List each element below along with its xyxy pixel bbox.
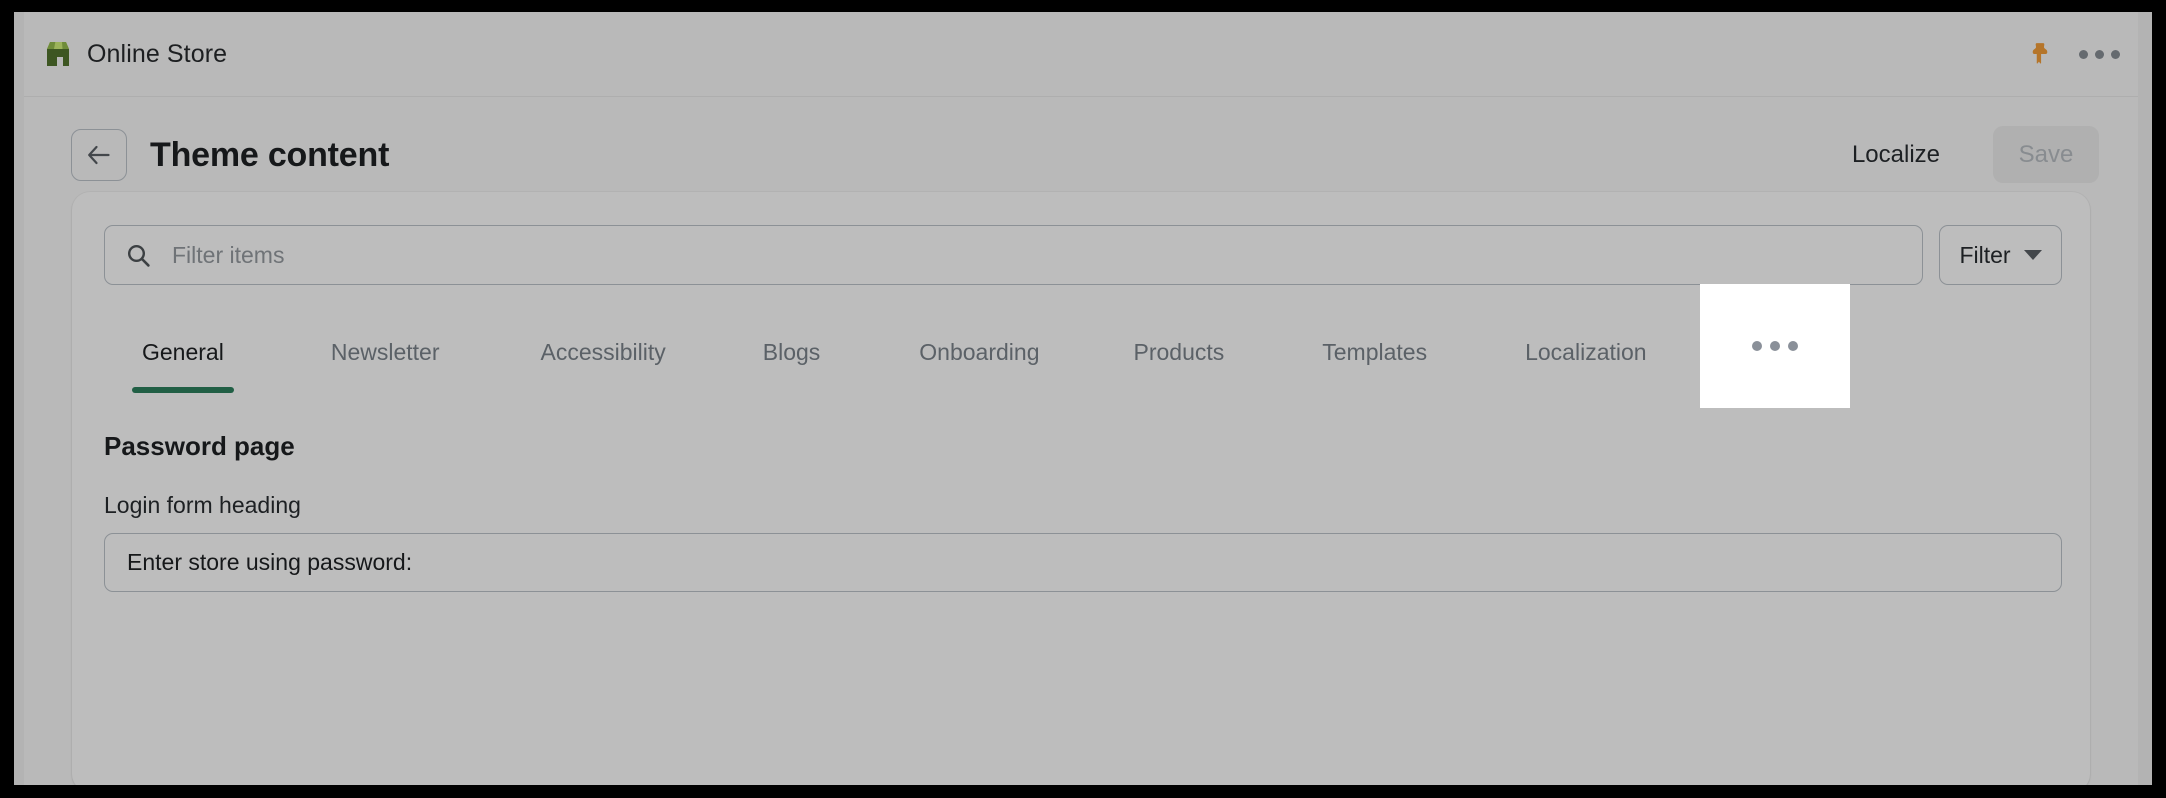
tab-label: Templates xyxy=(1322,339,1427,366)
tab-newsletter[interactable]: Newsletter xyxy=(309,317,462,387)
filter-button[interactable]: Filter xyxy=(1939,225,2062,285)
save-button[interactable]: Save xyxy=(1993,126,2099,183)
tab-general[interactable]: General xyxy=(120,317,246,387)
app-window: Online Store xyxy=(14,12,2152,785)
tab-label: Accessibility xyxy=(540,339,665,366)
tab-label: General xyxy=(142,339,224,366)
back-button[interactable] xyxy=(71,129,127,181)
top-bar-actions xyxy=(2027,12,2124,96)
tab-onboarding[interactable]: Onboarding xyxy=(897,317,1061,387)
field-label-login-form-heading: Login form heading xyxy=(104,492,301,519)
screen-frame: Online Store xyxy=(0,0,2166,798)
tab-overflow-button[interactable] xyxy=(1700,284,1850,408)
tab-accessibility[interactable]: Accessibility xyxy=(518,317,687,387)
page-body: Theme content Localize Save xyxy=(24,97,2138,785)
tab-templates[interactable]: Templates xyxy=(1300,317,1449,387)
localize-button[interactable]: Localize xyxy=(1838,129,1954,181)
theme-content-card: Filter General Newsletter Accessibility xyxy=(72,192,2090,785)
dot xyxy=(2079,50,2088,59)
storefront-icon xyxy=(43,39,73,69)
tab-label: Onboarding xyxy=(919,339,1039,366)
right-rail xyxy=(2138,12,2152,785)
store-name: Online Store xyxy=(87,40,227,69)
tab-label: Products xyxy=(1134,339,1225,366)
section-title: Password page xyxy=(104,431,295,462)
top-bar: Online Store xyxy=(24,12,2138,97)
page-title: Theme content xyxy=(150,127,389,183)
more-horizontal-icon[interactable] xyxy=(2075,44,2124,65)
filter-row: Filter xyxy=(104,225,2062,285)
tab-label: Localization xyxy=(1525,339,1646,366)
dot xyxy=(2111,50,2120,59)
chevron-down-icon xyxy=(2024,250,2042,260)
filter-button-label: Filter xyxy=(1959,242,2010,269)
tab-products[interactable]: Products xyxy=(1112,317,1247,387)
tab-localization[interactable]: Localization xyxy=(1503,317,1668,387)
more-horizontal-icon xyxy=(1748,335,1802,357)
login-form-heading-input[interactable] xyxy=(104,533,2062,592)
dot xyxy=(1770,341,1780,351)
search-input[interactable] xyxy=(172,227,1922,283)
app-identity: Online Store xyxy=(43,12,227,96)
dot xyxy=(1752,341,1762,351)
search-field[interactable] xyxy=(104,225,1923,285)
tab-blogs[interactable]: Blogs xyxy=(741,317,843,387)
tab-label: Newsletter xyxy=(331,339,440,366)
tab-bar: General Newsletter Accessibility Blogs O… xyxy=(100,317,2062,413)
arrow-left-icon xyxy=(86,144,112,166)
dot xyxy=(1788,341,1798,351)
dot xyxy=(2095,50,2104,59)
left-rail xyxy=(14,12,24,785)
search-icon xyxy=(125,242,152,269)
tab-label: Blogs xyxy=(763,339,821,366)
pin-icon[interactable] xyxy=(2027,41,2053,67)
